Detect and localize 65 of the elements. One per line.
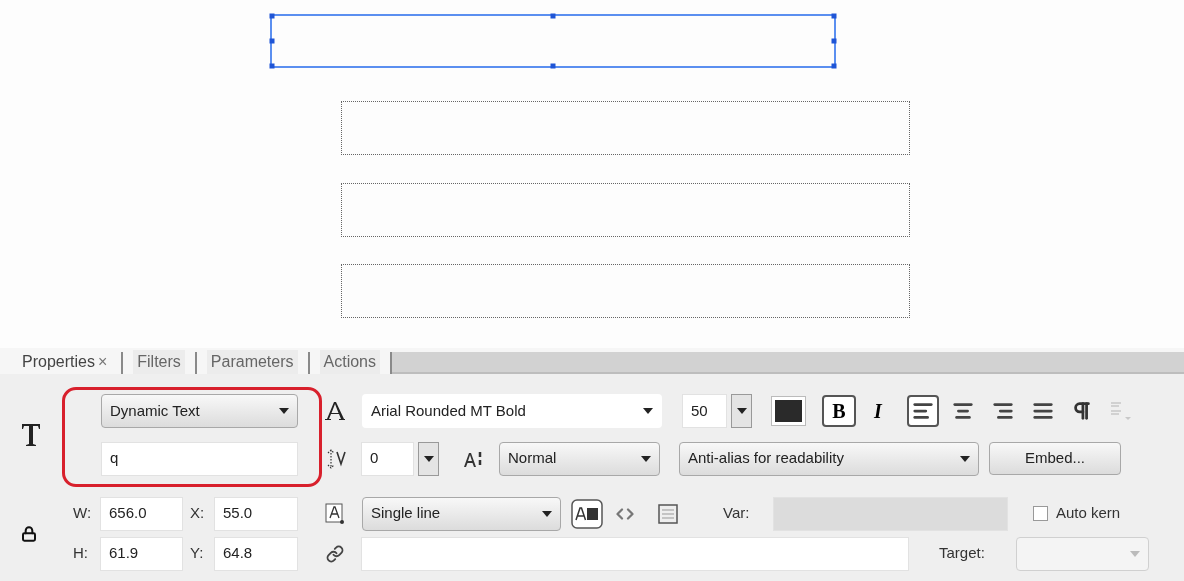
text-type-dropdown[interactable]: Dynamic Text bbox=[101, 394, 298, 428]
resize-handle[interactable] bbox=[269, 13, 275, 19]
font-icon bbox=[325, 401, 345, 421]
var-label: Var: bbox=[723, 503, 751, 524]
url-field[interactable] bbox=[361, 536, 909, 571]
y-label: Y: bbox=[190, 543, 205, 564]
paragraph-icon[interactable] bbox=[1071, 400, 1093, 422]
y-field[interactable]: 64.8 bbox=[214, 536, 298, 571]
resize-handle[interactable] bbox=[269, 63, 275, 69]
auto-kern-checkbox[interactable] bbox=[1033, 506, 1048, 521]
selectable-text-icon[interactable] bbox=[571, 498, 603, 529]
panel-tab[interactable]: Actions bbox=[319, 350, 380, 374]
lock-icon[interactable] bbox=[21, 525, 37, 542]
resize-handle[interactable] bbox=[550, 63, 556, 69]
dropdown-arrow-button[interactable] bbox=[731, 394, 752, 428]
auto-kern-label: Auto kern bbox=[1056, 503, 1121, 524]
align-justify-icon bbox=[1032, 400, 1054, 422]
resize-handle[interactable] bbox=[269, 38, 275, 44]
dropdown-arrow-button[interactable] bbox=[418, 441, 439, 476]
resize-handle[interactable] bbox=[831, 38, 837, 44]
caret-icon bbox=[542, 510, 552, 517]
letter-spacing-field[interactable]: 0 bbox=[361, 441, 414, 476]
bold-button[interactable]: B bbox=[822, 395, 856, 427]
caret-icon bbox=[279, 408, 289, 414]
height-label: H: bbox=[73, 543, 89, 564]
caret-icon bbox=[960, 455, 970, 462]
align-right-icon bbox=[992, 400, 1014, 422]
resize-handle[interactable] bbox=[831, 63, 837, 69]
font-size-field[interactable]: 50 bbox=[682, 394, 727, 428]
align-left-button[interactable] bbox=[907, 395, 939, 427]
align-left-icon bbox=[912, 400, 934, 422]
panel-tab[interactable]: Filters bbox=[133, 350, 185, 374]
anti-alias-dropdown[interactable]: Anti-alias for readability bbox=[679, 441, 979, 476]
italic-button[interactable]: I bbox=[868, 395, 888, 427]
text-orientation-icon bbox=[1108, 400, 1132, 422]
caret-icon bbox=[736, 408, 747, 414]
text-box-icon bbox=[325, 502, 345, 525]
letter-spacing-icon bbox=[325, 447, 347, 470]
align-center-icon bbox=[952, 400, 974, 422]
x-label: X: bbox=[190, 503, 206, 524]
text-field-frame[interactable] bbox=[341, 264, 910, 318]
target-label: Target: bbox=[939, 543, 986, 564]
border-toggle-icon[interactable] bbox=[658, 503, 678, 524]
panel-tab[interactable]: Parameters bbox=[206, 350, 298, 374]
width-label: W: bbox=[73, 503, 93, 524]
instance-name-field[interactable]: q bbox=[101, 441, 298, 476]
x-field[interactable]: 55.0 bbox=[214, 496, 298, 531]
caret-icon bbox=[423, 455, 434, 462]
width-field[interactable]: 656.0 bbox=[100, 496, 183, 531]
caret-icon bbox=[1130, 550, 1140, 557]
embed-button[interactable]: Embed... bbox=[989, 442, 1121, 475]
text-field-frame[interactable] bbox=[341, 183, 910, 237]
caret-icon bbox=[643, 408, 653, 414]
text-field-frame[interactable] bbox=[270, 14, 836, 68]
caret-icon bbox=[641, 455, 651, 462]
resize-handle[interactable] bbox=[550, 13, 556, 19]
line-type-dropdown[interactable]: Single line bbox=[362, 496, 561, 531]
link-icon bbox=[326, 544, 344, 563]
height-field[interactable]: 61.9 bbox=[100, 536, 183, 571]
resize-handle[interactable] bbox=[831, 13, 837, 19]
character-position-dropdown[interactable]: Normal bbox=[499, 441, 660, 476]
font-dropdown[interactable]: Arial Rounded MT Bold bbox=[362, 394, 662, 428]
text-color-swatch[interactable] bbox=[771, 396, 806, 426]
text-tool-icon bbox=[21, 422, 41, 447]
text-field-frame[interactable] bbox=[341, 101, 910, 155]
